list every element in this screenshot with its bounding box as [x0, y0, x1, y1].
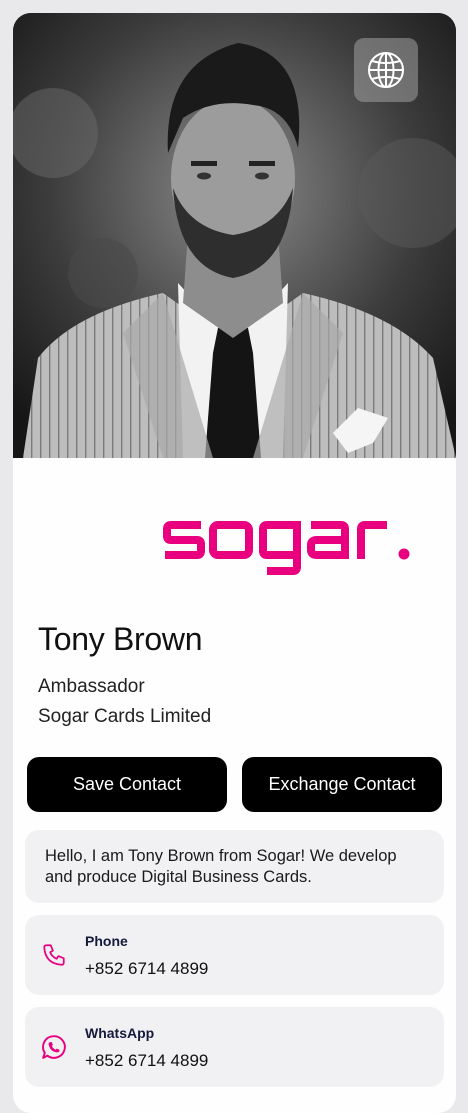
whatsapp-icon	[42, 1035, 66, 1059]
globe-icon	[368, 52, 404, 88]
exchange-contact-button[interactable]: Exchange Contact	[242, 757, 442, 812]
sogar-logo	[163, 521, 410, 575]
whatsapp-label: WhatsApp	[85, 1025, 155, 1041]
phone-value: +852 6714 4899	[85, 959, 209, 978]
whatsapp-contact-item[interactable]: WhatsApp +852 6714 4899	[25, 1007, 444, 1087]
bio-text: Hello, I am Tony Brown from Sogar! We de…	[45, 847, 397, 886]
phone-icon	[43, 944, 65, 966]
contact-company: Sogar Cards Limited	[38, 706, 212, 727]
phone-label: Phone	[85, 933, 128, 949]
contact-name: Tony Brown	[38, 621, 203, 657]
business-card: Tony Brown Ambassador Sogar Cards Limite…	[13, 13, 456, 1113]
phone-contact-item[interactable]: Phone +852 6714 4899	[25, 915, 444, 995]
contact-role: Ambassador	[38, 676, 145, 697]
profile-photo	[13, 13, 456, 458]
language-button[interactable]	[354, 38, 418, 102]
save-contact-button[interactable]: Save Contact	[27, 757, 227, 812]
bio-panel: Hello, I am Tony Brown from Sogar! We de…	[25, 830, 444, 903]
whatsapp-value: +852 6714 4899	[85, 1051, 209, 1070]
